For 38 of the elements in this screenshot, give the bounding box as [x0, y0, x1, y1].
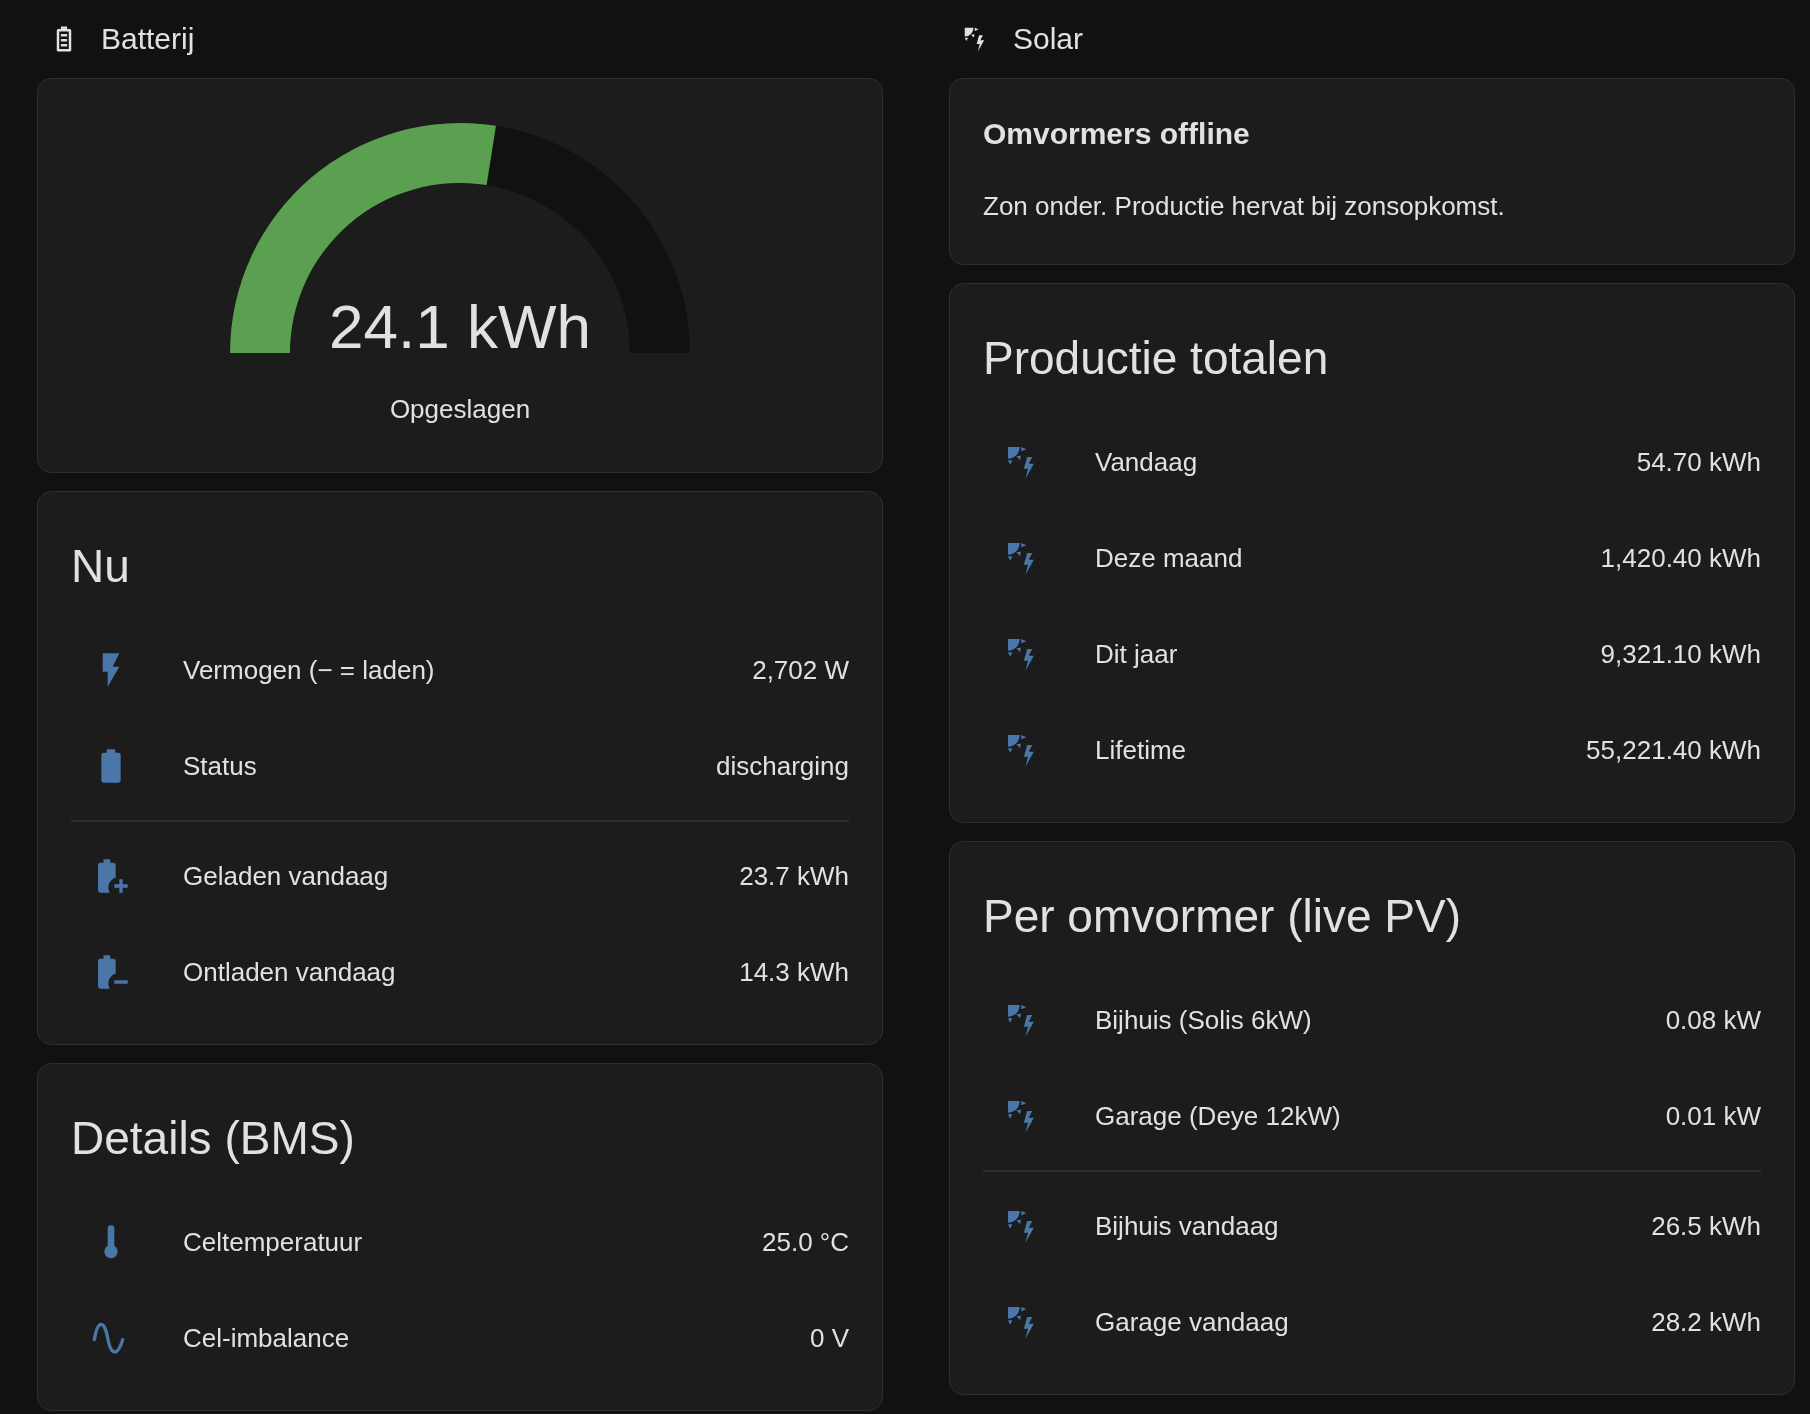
entity-name[interactable]: Dit jaar	[1095, 638, 1601, 670]
entity-name[interactable]: Bijhuis (Solis 6kW)	[1095, 1004, 1666, 1036]
entity-value: 0.01 kW	[1665, 1100, 1761, 1132]
entity-name[interactable]: Cel-imbalance	[183, 1322, 810, 1354]
entity-name[interactable]: Ontladen vandaag	[183, 956, 740, 988]
entity-value: 54.70 kWh	[1636, 446, 1761, 478]
entity-name[interactable]: Lifetime	[1095, 734, 1587, 766]
gauge-value: 24.1 kWh	[329, 292, 591, 354]
entity-value: 0.08 kW	[1665, 1004, 1761, 1036]
entity-value: 0 V	[809, 1322, 849, 1354]
entity-value: 26.5 kWh	[1651, 1210, 1761, 1242]
entity-name[interactable]: Deze maand	[1095, 542, 1601, 574]
section-title: Batterij	[101, 22, 195, 56]
entity-name[interactable]: Bijhuis vandaag	[1095, 1210, 1652, 1242]
entity-value: 23.7 kWh	[739, 860, 849, 892]
entity-name[interactable]: Vandaag	[1095, 446, 1637, 478]
entity-name[interactable]: Garage vandaag	[1095, 1306, 1652, 1338]
entity-value: 25.0 °C	[762, 1226, 849, 1258]
entity-value: 2,702 W	[752, 654, 849, 686]
card-title: Productie totalen	[983, 331, 1330, 386]
card-title: Details (BMS)	[71, 1111, 356, 1166]
entity-name[interactable]: Geladen vandaag	[183, 860, 740, 892]
card-title: Nu	[71, 539, 131, 594]
entity-name[interactable]: Vermogen (− = laden)	[183, 654, 753, 686]
entity-value: 55,221.40 kWh	[1586, 734, 1761, 766]
entity-value: 14.3 kWh	[739, 956, 849, 988]
entity-value: 9,321.10 kWh	[1600, 638, 1761, 670]
gauge-label: Opgeslagen	[389, 394, 531, 425]
entity-name[interactable]: Celtemperatuur	[183, 1226, 762, 1258]
card-heading: Omvormers offline	[983, 117, 1251, 151]
card-text: Zon onder. Productie hervat bij zonsopkomst.	[983, 191, 1506, 222]
entity-name[interactable]: Status	[183, 750, 716, 782]
entity-value: discharging	[716, 750, 849, 782]
card-title: Per omvormer (live PV)	[983, 889, 1462, 944]
entity-value: 28.2 kWh	[1651, 1306, 1761, 1338]
entity-value: 1,420.40 kWh	[1600, 542, 1761, 574]
entity-name[interactable]: Garage (Deye 12kW)	[1095, 1100, 1666, 1132]
section-title: Solar	[1013, 22, 1084, 56]
